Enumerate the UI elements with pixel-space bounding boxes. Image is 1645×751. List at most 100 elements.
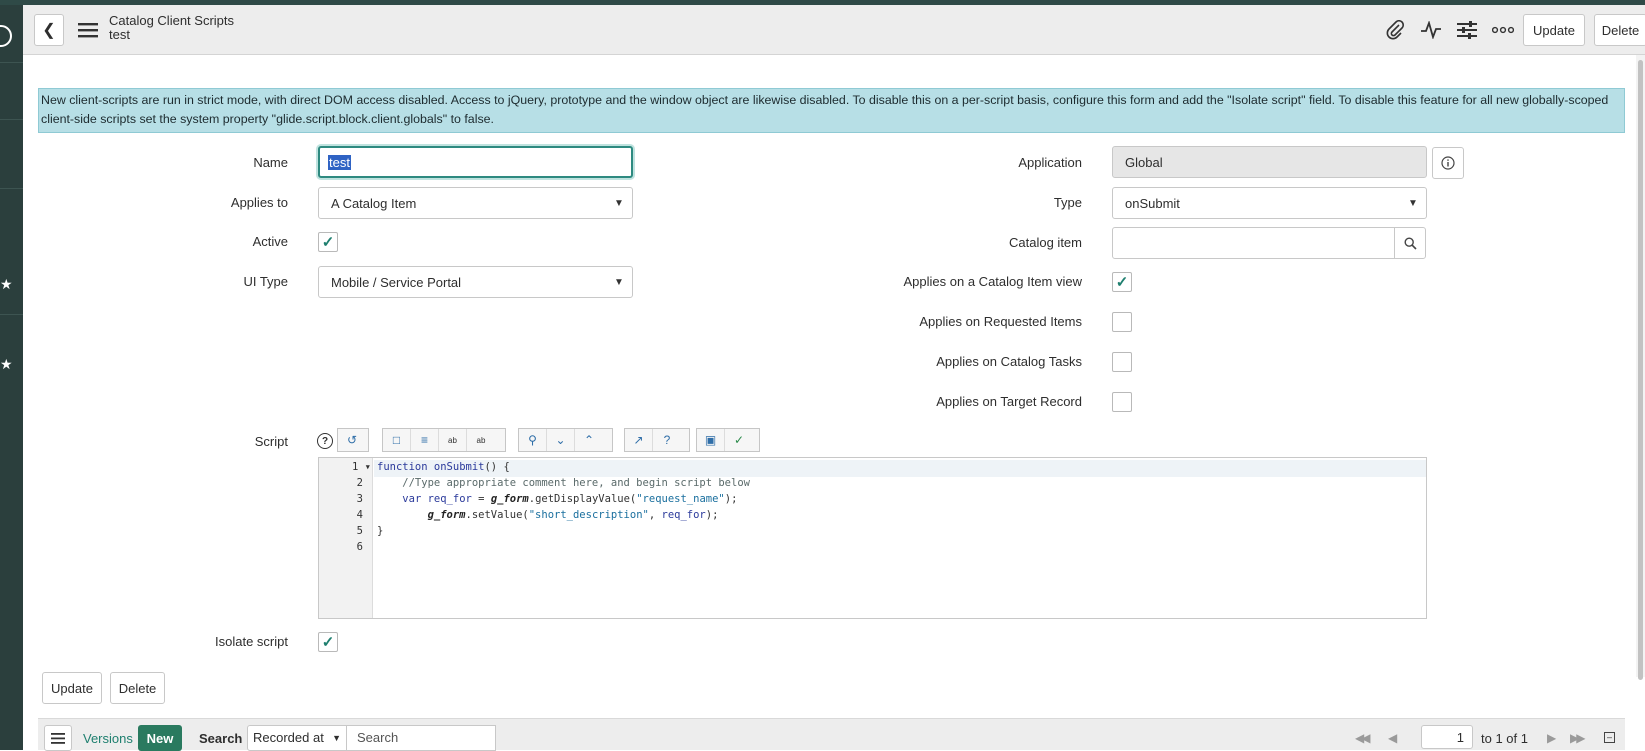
catalog-item-input[interactable] [1112, 227, 1395, 259]
left-nav-strip[interactable]: ★ ★ [0, 5, 23, 750]
applies-tasks-label: Applies on Catalog Tasks [936, 354, 1082, 369]
toggle-syntax-icon[interactable]: ↺ [338, 429, 366, 451]
code-line[interactable]: var req_for = g_form.getDisplayValue("re… [377, 493, 737, 505]
script-label: Script [254, 434, 288, 449]
save-icon[interactable]: ▣ [697, 429, 725, 451]
menu-icon [51, 732, 65, 744]
tab-versions[interactable]: Versions [83, 731, 133, 746]
more-icon[interactable] [1489, 16, 1517, 44]
applies-target-checkbox[interactable] [1112, 392, 1132, 412]
active-checkbox[interactable]: ✓ [318, 232, 338, 252]
code-line[interactable]: //Type appropriate comment here, and beg… [377, 477, 750, 489]
name-field-value: test [328, 154, 351, 170]
type-label: Type [1053, 195, 1082, 210]
type-select[interactable]: onSubmit ▼ [1112, 187, 1427, 219]
header-delete-button[interactable]: Delete [1594, 14, 1645, 46]
related-search-input[interactable]: Search [346, 725, 496, 751]
checkmark-icon: ✓ [1115, 274, 1129, 291]
applies-view-label: Applies on a Catalog Item view [903, 274, 1082, 289]
catalog-item-label: Catalog item [1009, 235, 1082, 250]
name-field[interactable]: test [318, 146, 633, 178]
code-line[interactable]: } [377, 525, 383, 537]
delete-button[interactable]: Delete [110, 672, 165, 704]
back-button[interactable]: ❮ [34, 14, 64, 46]
last-page-icon[interactable]: ▶▶ [1570, 731, 1586, 745]
related-list-menu-button[interactable] [44, 725, 72, 751]
script-editor[interactable]: 1 ▾ 2 3 4 5 6 function onSubmit() { //Type ap… [318, 457, 1427, 619]
script-toolbar-group-5: ▣ ✓ [696, 428, 760, 452]
header-update-button[interactable]: Update [1523, 14, 1585, 46]
related-list-bar: Versions New Search Recorded at ▼ Search… [38, 718, 1625, 751]
page-title: Catalog Client Scripts [109, 13, 234, 28]
fold-down-icon[interactable]: ⌄ [547, 429, 575, 451]
back-icon: ❮ [42, 22, 56, 39]
replace-icon[interactable]: ab [439, 429, 467, 451]
code-line[interactable]: g_form.setValue("short_description", req… [377, 509, 719, 521]
update-button[interactable]: Update [42, 672, 102, 704]
script-help-icon[interactable]: ? [653, 429, 681, 451]
line-number: 5 [356, 525, 363, 537]
type-value: onSubmit [1125, 195, 1180, 211]
checkmark-icon: ✓ [321, 634, 335, 651]
line-number: 1 ▾ [352, 461, 371, 473]
replace-all-icon[interactable]: ab [467, 429, 495, 451]
application-info-button[interactable] [1432, 147, 1464, 179]
name-label: Name [253, 155, 288, 170]
logo-icon[interactable] [0, 25, 12, 47]
check-syntax-icon[interactable]: ✓ [725, 429, 753, 451]
page-number-input[interactable]: 1 [1421, 725, 1473, 749]
applies-to-value: A Catalog Item [331, 195, 417, 211]
format-icon[interactable]: ≡ [411, 429, 439, 451]
search-icon [1403, 236, 1417, 250]
applies-tasks-checkbox[interactable] [1112, 352, 1132, 372]
prev-page-icon[interactable]: ◀ [1388, 731, 1397, 745]
chevron-down-icon: ▼ [1408, 197, 1418, 209]
ui-type-label: UI Type [243, 274, 288, 289]
favorite-star-icon[interactable]: ★ [0, 277, 13, 291]
new-button[interactable]: New [138, 725, 182, 751]
code-line[interactable]: function onSubmit() { [377, 461, 510, 473]
isolate-script-checkbox[interactable]: ✓ [318, 632, 338, 652]
application-label: Application [1018, 155, 1082, 170]
application-field: Global [1112, 146, 1427, 178]
search-field-value: Recorded at [253, 730, 324, 745]
chevron-down-icon: ▼ [332, 733, 341, 743]
catalog-item-lookup-button[interactable] [1394, 227, 1426, 259]
sliders-icon[interactable] [1453, 16, 1481, 44]
favorite-star-icon[interactable]: ★ [0, 357, 13, 371]
help-icon[interactable]: ? [317, 433, 333, 449]
applies-view-checkbox[interactable]: ✓ [1112, 272, 1132, 292]
collapse-icon[interactable]: – [1604, 732, 1615, 743]
search-icon[interactable]: ⚲ [519, 429, 547, 451]
chevron-down-icon: ▼ [614, 276, 624, 288]
nav-divider [0, 62, 23, 63]
activity-icon[interactable] [1417, 16, 1445, 44]
line-number: 2 [356, 477, 363, 489]
paperclip-icon[interactable] [1381, 16, 1409, 44]
chevron-down-icon: ▼ [614, 197, 624, 209]
info-icon [1441, 156, 1455, 170]
active-label: Active [252, 234, 288, 249]
line-number: 6 [356, 541, 363, 553]
menu-icon[interactable] [74, 16, 102, 44]
active-line-highlight [374, 460, 1426, 477]
nav-divider [0, 188, 23, 189]
fullscreen-icon[interactable]: ↗ [625, 429, 653, 451]
script-toolbar-group-2: □ ≡ ab ab [382, 428, 506, 452]
fold-up-icon[interactable]: ⌃ [575, 429, 603, 451]
applies-requested-checkbox[interactable] [1112, 312, 1132, 332]
script-toolbar-group-1: ↺ [337, 428, 369, 452]
strict-mode-info-banner: New client-scripts are run in strict mod… [38, 88, 1625, 133]
applies-to-label: Applies to [230, 195, 288, 210]
scrollbar-thumb[interactable] [1638, 60, 1643, 680]
first-page-icon[interactable]: ◀◀ [1355, 731, 1371, 745]
comment-icon[interactable]: □ [383, 429, 411, 451]
applies-to-select[interactable]: A Catalog Item ▼ [318, 187, 633, 219]
isolate-script-label: Isolate script [215, 634, 288, 649]
line-number: 3 [356, 493, 363, 505]
page-count-text: to 1 of 1 [1481, 731, 1528, 746]
next-page-icon[interactable]: ▶ [1547, 731, 1556, 745]
ui-type-select[interactable]: Mobile / Service Portal ▼ [318, 266, 633, 298]
search-field-select[interactable]: Recorded at ▼ [247, 725, 347, 751]
record-name: test [109, 27, 130, 42]
